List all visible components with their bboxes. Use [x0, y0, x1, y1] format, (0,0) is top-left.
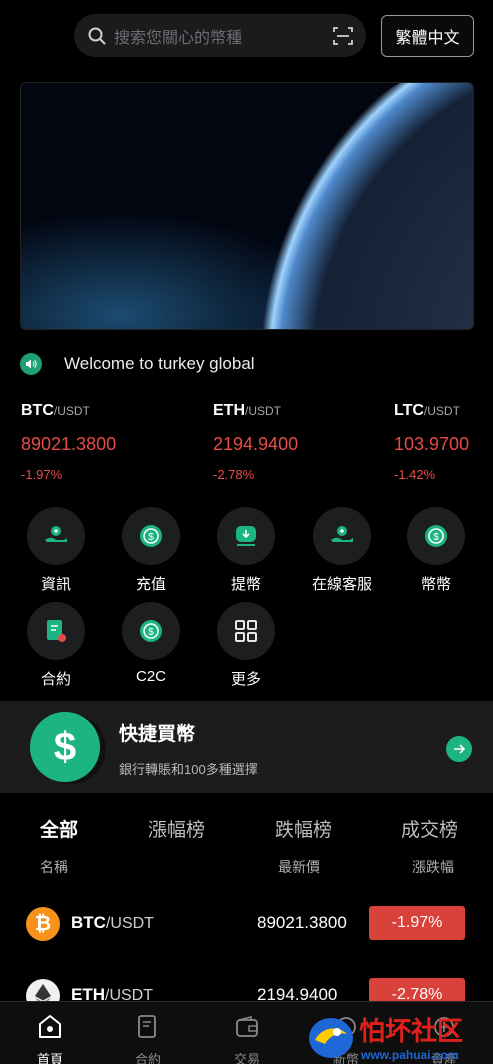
watermark-text: 怕坏社区 — [359, 1016, 463, 1047]
quick-buy-card[interactable]: $ 快捷買幣 銀行轉賬和100多種選擇 — [0, 701, 493, 793]
svg-text:$: $ — [148, 627, 154, 638]
shortcut-more[interactable]: 更多 — [206, 602, 286, 689]
row-change-badge: -1.97% — [369, 906, 465, 940]
row-price: 89021.3800 — [257, 913, 347, 932]
search-bar[interactable]: 搜索您關心的幣種 — [74, 14, 366, 57]
shortcut-label: 幣幣 — [420, 576, 451, 593]
planet-image — [261, 83, 473, 329]
svg-text:$: $ — [148, 532, 154, 543]
arrow-right-icon[interactable] — [446, 736, 472, 762]
search-placeholder: 搜索您關心的幣種 — [114, 29, 243, 47]
contract-icon — [138, 1015, 156, 1038]
watermark-logo: 怕坏社区 www.pahuai.com — [303, 1006, 493, 1064]
ticker-change: -1.42% — [394, 467, 436, 482]
table-row[interactable]: ₿ BTC/USDT 89021.3800 -1.97% — [0, 903, 493, 943]
row-symbol: BTC — [71, 913, 106, 932]
c2c-coin-icon: $ — [122, 602, 180, 660]
announcement-text: Welcome to turkey global — [64, 354, 255, 373]
language-button[interactable]: 繁體中文 — [381, 15, 474, 57]
top-bar: 搜索您關心的幣種 繁體中文 — [0, 14, 493, 58]
shortcut-label: 在線客服 — [311, 576, 372, 593]
contract-icon — [27, 602, 85, 660]
svg-text:$: $ — [433, 532, 439, 543]
ticker-symbol: LTC — [394, 402, 424, 419]
shortcut-label: 充值 — [135, 576, 166, 593]
shortcut-spot[interactable]: $ 幣幣 — [396, 507, 476, 594]
ticker-quote: /USDT — [245, 404, 281, 418]
ticker-eth[interactable]: ETH/USDT 2194.9400 -2.78% — [213, 402, 298, 482]
shortcut-label: 更多 — [230, 671, 261, 688]
ticker-quote: /USDT — [53, 404, 90, 418]
deposit-coin-icon: $ — [122, 507, 180, 565]
nav-contract[interactable]: 合約 — [108, 1002, 188, 1064]
shortcut-news[interactable]: 資訊 — [16, 507, 96, 594]
ticker-btc[interactable]: BTC/USDT 89021.3800 -1.97% — [21, 402, 116, 482]
tab-all[interactable]: 全部 — [40, 815, 78, 842]
shortcut-contract[interactable]: 合約 — [16, 602, 96, 689]
nav-trade[interactable]: 交易 — [207, 1002, 287, 1064]
support-hand-icon — [313, 507, 371, 565]
announcement-bar[interactable]: Welcome to turkey global — [20, 350, 255, 378]
ticker-change: -1.97% — [21, 467, 63, 482]
quick-buy-title: 快捷買幣 — [119, 724, 196, 745]
column-change: 漲跌幅 — [412, 859, 454, 875]
home-icon — [39, 1015, 61, 1038]
coin-icon: $ — [407, 507, 465, 565]
nav-label: 首頁 — [36, 1052, 63, 1064]
ticker-change: -2.78% — [213, 467, 255, 482]
nav-label: 合約 — [134, 1052, 161, 1064]
info-hand-icon — [27, 507, 85, 565]
nav-home[interactable]: 首頁 — [10, 1002, 90, 1064]
shortcut-label: 提幣 — [230, 576, 261, 593]
column-price: 最新價 — [278, 859, 320, 875]
shortcut-label: 合約 — [40, 671, 71, 688]
shortcut-label: C2C — [135, 668, 166, 685]
shortcut-withdraw[interactable]: 提幣 — [206, 507, 286, 594]
ticker-price: 2194.9400 — [213, 434, 299, 454]
dollar-icon: $ — [30, 712, 100, 782]
ticker-price: 103.9700 — [394, 434, 470, 454]
banner-carousel[interactable] — [20, 82, 474, 330]
withdraw-icon — [217, 507, 275, 565]
grid-icon — [217, 602, 275, 660]
shortcut-c2c[interactable]: $ C2C — [111, 602, 191, 685]
quick-buy-subtitle: 銀行轉賬和100多種選擇 — [119, 762, 258, 777]
shortcut-support[interactable]: 在線客服 — [302, 507, 382, 594]
column-name: 名稱 — [40, 859, 68, 875]
tab-losers[interactable]: 跌幅榜 — [275, 815, 332, 842]
speaker-icon — [20, 353, 42, 375]
shortcut-deposit[interactable]: $ 充值 — [111, 507, 191, 594]
row-quote: /USDT — [105, 915, 154, 932]
ticker-ltc[interactable]: LTC/USDT 103.9700 -1.42% — [394, 402, 469, 482]
tab-gainers[interactable]: 漲幅榜 — [148, 815, 205, 842]
market-tabs: 全部 漲幅榜 跌幅榜 成交榜 — [0, 815, 493, 842]
ticker-symbol: BTC — [21, 402, 54, 419]
ticker-symbol: ETH — [213, 402, 245, 419]
search-icon — [88, 27, 106, 44]
scan-icon[interactable] — [332, 25, 354, 47]
ticker-price: 89021.3800 — [21, 434, 117, 454]
app-screen: 搜索您關心的幣種 繁體中文 Welcome to turkey global B… — [0, 0, 493, 1064]
nav-label: 交易 — [233, 1052, 260, 1064]
watermark-url: www.pahuai.com — [360, 1048, 459, 1062]
tab-volume[interactable]: 成交榜 — [401, 815, 458, 842]
btc-icon: ₿ — [26, 907, 60, 941]
ticker-quote: /USDT — [423, 404, 460, 418]
shortcut-label: 資訊 — [40, 576, 71, 593]
wallet-icon — [236, 1015, 258, 1037]
